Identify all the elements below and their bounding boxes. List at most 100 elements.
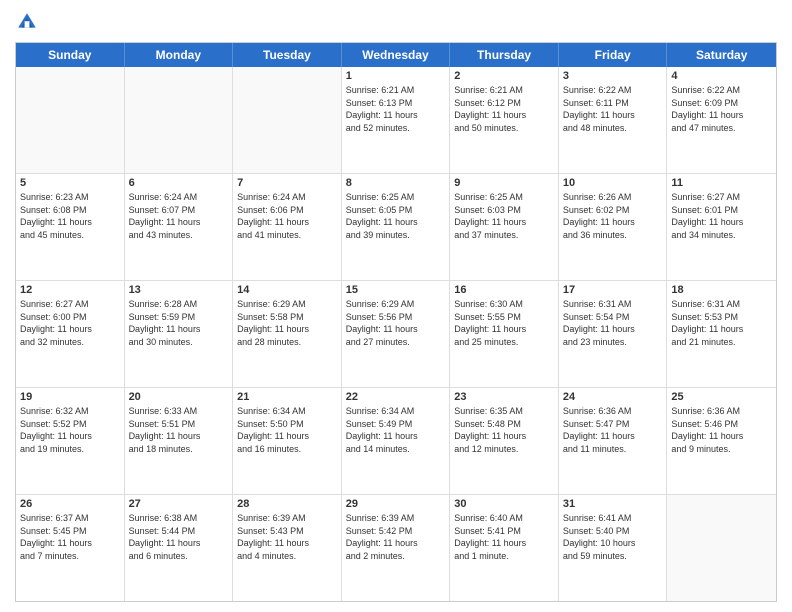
calendar-cell: 30 Sunrise: 6:40 AM Sunset: 5:41 PM Dayli… <box>450 495 559 601</box>
day-number: 20 <box>129 391 229 403</box>
day-info: Sunrise: 6:32 AM Sunset: 5:52 PM Dayligh… <box>20 405 120 455</box>
day-number: 2 <box>454 70 554 82</box>
calendar-week-row: 1Sunrise: 6:21 AM Sunset: 6:13 PM Daylig… <box>16 67 776 174</box>
calendar-cell <box>16 67 125 173</box>
day-info: Sunrise: 6:41 AM Sunset: 5:40 PM Dayligh… <box>563 512 663 562</box>
calendar-week-row: 5 Sunrise: 6:23 AM Sunset: 6:08 PM Daylig… <box>16 174 776 281</box>
day-info: Sunrise: 6:24 AM Sunset: 6:06 PM Dayligh… <box>237 191 337 241</box>
day-info: Sunrise: 6:28 AM Sunset: 5:59 PM Dayligh… <box>129 298 229 348</box>
day-info: Sunrise: 6:22 AM Sunset: 6:11 PM Dayligh… <box>563 84 663 134</box>
calendar-header: SundayMondayTuesdayWednesdayThursdayFrid… <box>16 43 776 67</box>
day-number: 4 <box>671 70 772 82</box>
calendar-cell: 23 Sunrise: 6:35 AM Sunset: 5:48 PM Dayli… <box>450 388 559 494</box>
day-number: 3 <box>563 70 663 82</box>
day-info: Sunrise: 6:31 AM Sunset: 5:54 PM Dayligh… <box>563 298 663 348</box>
weekday-header: Sunday <box>16 43 125 67</box>
calendar-cell: 11 Sunrise: 6:27 AM Sunset: 6:01 PM Dayli… <box>667 174 776 280</box>
weekday-header: Thursday <box>450 43 559 67</box>
calendar-week-row: 12 Sunrise: 6:27 AM Sunset: 6:00 PM Dayli… <box>16 281 776 388</box>
logo-icon <box>15 10 39 34</box>
calendar-cell: 1Sunrise: 6:21 AM Sunset: 6:13 PM Daylig… <box>342 67 451 173</box>
day-info: Sunrise: 6:21 AM Sunset: 6:12 PM Dayligh… <box>454 84 554 134</box>
calendar-cell: 15 Sunrise: 6:29 AM Sunset: 5:56 PM Dayli… <box>342 281 451 387</box>
day-number: 25 <box>671 391 772 403</box>
day-info: Sunrise: 6:30 AM Sunset: 5:55 PM Dayligh… <box>454 298 554 348</box>
day-info: Sunrise: 6:34 AM Sunset: 5:49 PM Dayligh… <box>346 405 446 455</box>
day-info: Sunrise: 6:29 AM Sunset: 5:58 PM Dayligh… <box>237 298 337 348</box>
day-number: 22 <box>346 391 446 403</box>
day-info: Sunrise: 6:27 AM Sunset: 6:01 PM Dayligh… <box>671 191 772 241</box>
day-info: Sunrise: 6:21 AM Sunset: 6:13 PM Dayligh… <box>346 84 446 134</box>
day-info: Sunrise: 6:23 AM Sunset: 6:08 PM Dayligh… <box>20 191 120 241</box>
day-info: Sunrise: 6:39 AM Sunset: 5:42 PM Dayligh… <box>346 512 446 562</box>
calendar-cell: 26 Sunrise: 6:37 AM Sunset: 5:45 PM Dayli… <box>16 495 125 601</box>
weekday-header: Tuesday <box>233 43 342 67</box>
day-info: Sunrise: 6:38 AM Sunset: 5:44 PM Dayligh… <box>129 512 229 562</box>
day-info: Sunrise: 6:29 AM Sunset: 5:56 PM Dayligh… <box>346 298 446 348</box>
calendar-cell: 24 Sunrise: 6:36 AM Sunset: 5:47 PM Dayli… <box>559 388 668 494</box>
day-info: Sunrise: 6:37 AM Sunset: 5:45 PM Dayligh… <box>20 512 120 562</box>
calendar-week-row: 19 Sunrise: 6:32 AM Sunset: 5:52 PM Dayli… <box>16 388 776 495</box>
calendar-cell: 22 Sunrise: 6:34 AM Sunset: 5:49 PM Dayli… <box>342 388 451 494</box>
day-number: 14 <box>237 284 337 296</box>
day-number: 24 <box>563 391 663 403</box>
day-number: 31 <box>563 498 663 510</box>
calendar-cell: 5 Sunrise: 6:23 AM Sunset: 6:08 PM Daylig… <box>16 174 125 280</box>
calendar: SundayMondayTuesdayWednesdayThursdayFrid… <box>15 42 777 602</box>
day-info: Sunrise: 6:39 AM Sunset: 5:43 PM Dayligh… <box>237 512 337 562</box>
day-info: Sunrise: 6:27 AM Sunset: 6:00 PM Dayligh… <box>20 298 120 348</box>
day-number: 16 <box>454 284 554 296</box>
day-info: Sunrise: 6:22 AM Sunset: 6:09 PM Dayligh… <box>671 84 772 134</box>
calendar-cell: 7 Sunrise: 6:24 AM Sunset: 6:06 PM Daylig… <box>233 174 342 280</box>
day-number: 30 <box>454 498 554 510</box>
calendar-cell <box>233 67 342 173</box>
day-number: 23 <box>454 391 554 403</box>
day-number: 9 <box>454 177 554 189</box>
calendar-cell: 20 Sunrise: 6:33 AM Sunset: 5:51 PM Dayli… <box>125 388 234 494</box>
day-info: Sunrise: 6:31 AM Sunset: 5:53 PM Dayligh… <box>671 298 772 348</box>
logo <box>15 10 43 34</box>
day-number: 21 <box>237 391 337 403</box>
day-number: 6 <box>129 177 229 189</box>
calendar-cell: 12 Sunrise: 6:27 AM Sunset: 6:00 PM Dayli… <box>16 281 125 387</box>
day-info: Sunrise: 6:36 AM Sunset: 5:47 PM Dayligh… <box>563 405 663 455</box>
day-number: 29 <box>346 498 446 510</box>
day-info: Sunrise: 6:35 AM Sunset: 5:48 PM Dayligh… <box>454 405 554 455</box>
calendar-cell: 25Sunrise: 6:36 AM Sunset: 5:46 PM Dayli… <box>667 388 776 494</box>
day-number: 19 <box>20 391 120 403</box>
calendar-cell <box>667 495 776 601</box>
calendar-cell: 19 Sunrise: 6:32 AM Sunset: 5:52 PM Dayli… <box>16 388 125 494</box>
calendar-cell <box>125 67 234 173</box>
day-info: Sunrise: 6:25 AM Sunset: 6:03 PM Dayligh… <box>454 191 554 241</box>
day-number: 27 <box>129 498 229 510</box>
calendar-cell: 9 Sunrise: 6:25 AM Sunset: 6:03 PM Daylig… <box>450 174 559 280</box>
calendar-cell: 27 Sunrise: 6:38 AM Sunset: 5:44 PM Dayli… <box>125 495 234 601</box>
day-number: 10 <box>563 177 663 189</box>
calendar-cell: 8 Sunrise: 6:25 AM Sunset: 6:05 PM Daylig… <box>342 174 451 280</box>
day-number: 11 <box>671 177 772 189</box>
calendar-cell: 29 Sunrise: 6:39 AM Sunset: 5:42 PM Dayli… <box>342 495 451 601</box>
page: SundayMondayTuesdayWednesdayThursdayFrid… <box>0 0 792 612</box>
calendar-cell: 10 Sunrise: 6:26 AM Sunset: 6:02 PM Dayli… <box>559 174 668 280</box>
day-number: 15 <box>346 284 446 296</box>
day-number: 8 <box>346 177 446 189</box>
day-info: Sunrise: 6:33 AM Sunset: 5:51 PM Dayligh… <box>129 405 229 455</box>
calendar-cell: 2 Sunrise: 6:21 AM Sunset: 6:12 PM Daylig… <box>450 67 559 173</box>
calendar-cell: 6Sunrise: 6:24 AM Sunset: 6:07 PM Daylig… <box>125 174 234 280</box>
calendar-cell: 3 Sunrise: 6:22 AM Sunset: 6:11 PM Daylig… <box>559 67 668 173</box>
day-number: 26 <box>20 498 120 510</box>
day-number: 12 <box>20 284 120 296</box>
day-number: 28 <box>237 498 337 510</box>
header <box>15 10 777 34</box>
calendar-cell: 21Sunrise: 6:34 AM Sunset: 5:50 PM Dayli… <box>233 388 342 494</box>
day-info: Sunrise: 6:26 AM Sunset: 6:02 PM Dayligh… <box>563 191 663 241</box>
calendar-cell: 18Sunrise: 6:31 AM Sunset: 5:53 PM Dayli… <box>667 281 776 387</box>
day-number: 5 <box>20 177 120 189</box>
day-info: Sunrise: 6:40 AM Sunset: 5:41 PM Dayligh… <box>454 512 554 562</box>
calendar-cell: 14 Sunrise: 6:29 AM Sunset: 5:58 PM Dayli… <box>233 281 342 387</box>
calendar-cell: 13Sunrise: 6:28 AM Sunset: 5:59 PM Dayli… <box>125 281 234 387</box>
day-number: 17 <box>563 284 663 296</box>
day-number: 7 <box>237 177 337 189</box>
day-info: Sunrise: 6:25 AM Sunset: 6:05 PM Dayligh… <box>346 191 446 241</box>
calendar-body: 1Sunrise: 6:21 AM Sunset: 6:13 PM Daylig… <box>16 67 776 601</box>
